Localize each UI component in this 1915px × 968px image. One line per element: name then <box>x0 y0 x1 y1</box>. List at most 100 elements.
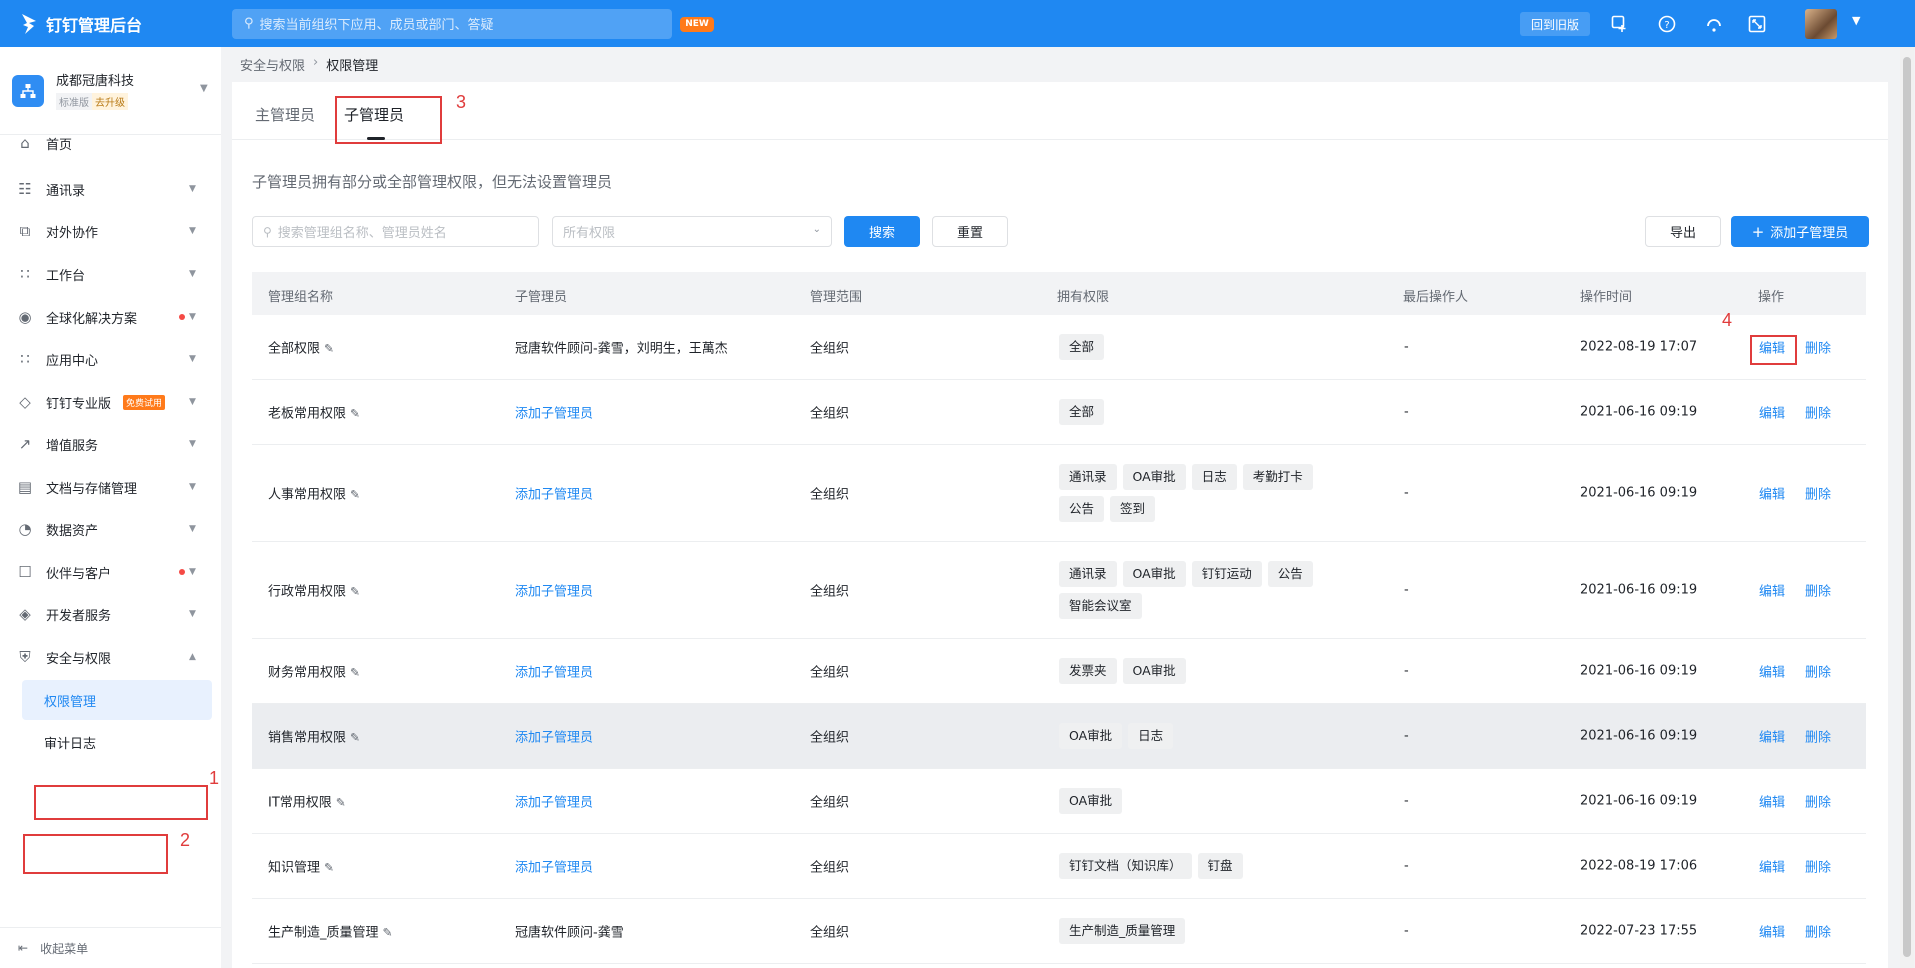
edit-link[interactable]: 编辑 <box>1759 662 1785 681</box>
group-name: IT常用权限 <box>268 795 332 811</box>
sidebar-item-security[interactable]: ⛨ 安全与权限 ▲ <box>0 637 221 677</box>
collapse-menu-button[interactable]: ⇤ 收起菜单 <box>0 927 221 968</box>
sidebar-item-home[interactable]: ⌂ 首页 <box>0 123 221 163</box>
pencil-icon[interactable]: ✎ <box>350 585 360 599</box>
home-icon: ⌂ <box>20 134 30 152</box>
sidebar-item-label: 数据资产 <box>46 523 99 539</box>
permission-tag: 通讯录 <box>1059 464 1117 490</box>
add-sub-admin-link[interactable]: 添加子管理员 <box>515 484 593 503</box>
edit-link[interactable]: 编辑 <box>1759 581 1785 600</box>
edit-link[interactable]: 编辑 <box>1759 727 1785 746</box>
permission-select[interactable]: 所有权限 ⌄ <box>552 216 832 247</box>
last-operator-cell: - <box>1404 339 1409 355</box>
pencil-icon[interactable]: ✎ <box>324 861 334 875</box>
export-button[interactable]: 导出 <box>1645 216 1721 247</box>
delete-link[interactable]: 删除 <box>1805 792 1831 811</box>
chevron-down-icon: ⌄ <box>812 224 821 235</box>
sidebar-item-partners[interactable]: ☐ 伙伴与客户 ▼ <box>0 552 221 592</box>
delete-link[interactable]: 删除 <box>1805 922 1831 941</box>
app-center-icon: ∷ <box>20 350 30 368</box>
sidebar-item-label: 伙伴与客户 <box>46 566 112 582</box>
notification-dot <box>179 314 185 320</box>
sidebar-item-label: 开发者服务 <box>46 608 112 624</box>
group-name: 人事常用权限 <box>268 487 347 503</box>
chevron-down-icon: ▼ <box>189 439 196 449</box>
add-sub-admin-link[interactable]: 添加子管理员 <box>515 581 593 600</box>
group-name-cell: 行政常用权限 ✎ <box>268 581 360 600</box>
admin-search-input[interactable]: ⚲ 搜索管理组名称、管理员姓名 <box>252 216 539 247</box>
edit-link[interactable]: 编辑 <box>1759 857 1785 876</box>
add-sub-admin-link[interactable]: 添加子管理员 <box>515 403 593 422</box>
reset-button[interactable]: 重置 <box>932 216 1008 247</box>
delete-link[interactable]: 删除 <box>1805 662 1831 681</box>
pencil-icon[interactable]: ✎ <box>350 488 360 502</box>
add-sub-admin-button[interactable]: + 添加子管理员 <box>1731 216 1869 247</box>
group-name-cell: 知识管理 ✎ <box>268 857 334 876</box>
chevron-right-icon: › <box>313 55 319 70</box>
sidebar-item-value-added[interactable]: ↗ 增值服务 ▼ <box>0 424 221 464</box>
annotation-box-3 <box>335 96 442 144</box>
permission-tag: 智能会议室 <box>1059 593 1142 619</box>
partner-icon: ☐ <box>18 563 32 581</box>
back-to-old-version-button[interactable]: 回到旧版 <box>1520 12 1590 36</box>
sidebar-item-workbench[interactable]: ∷ 工作台 ▼ <box>0 254 221 294</box>
chevron-up-icon: ▲ <box>189 652 196 662</box>
edit-link[interactable]: 编辑 <box>1759 403 1785 422</box>
permission-tag: 考勤打卡 <box>1242 464 1313 490</box>
sidebar-subitem-permission[interactable]: 权限管理 <box>22 680 212 720</box>
delete-link[interactable]: 删除 <box>1805 581 1831 600</box>
fullscreen-icon[interactable] <box>1745 12 1769 36</box>
sidebar-item-app-center[interactable]: ∷ 应用中心 ▼ <box>0 339 221 379</box>
sidebar-subitem-audit-log[interactable]: 审计日志 <box>22 722 212 762</box>
edit-link[interactable]: 编辑 <box>1759 484 1785 503</box>
pencil-icon[interactable]: ✎ <box>336 796 346 810</box>
edit-link[interactable]: 编辑 <box>1759 792 1785 811</box>
sidebar-item-data-assets[interactable]: ◔ 数据资产 ▼ <box>0 509 221 549</box>
sidebar-item-developer[interactable]: ◈ 开发者服务 ▼ <box>0 594 221 634</box>
delete-link[interactable]: 删除 <box>1805 727 1831 746</box>
add-sub-admin-link[interactable]: 添加子管理员 <box>515 662 593 681</box>
pencil-icon[interactable]: ✎ <box>350 407 360 421</box>
delete-link[interactable]: 删除 <box>1805 403 1831 422</box>
delete-link[interactable]: 删除 <box>1805 857 1831 876</box>
org-switcher[interactable]: 成都冠唐科技 标准版 去升级 ▼ <box>0 47 221 135</box>
help-icon[interactable]: ? <box>1655 12 1679 36</box>
column-header: 管理范围 <box>810 290 863 305</box>
org-upgrade-link[interactable]: 去升级 <box>92 93 128 110</box>
pencil-icon[interactable]: ✎ <box>350 731 360 745</box>
edit-link[interactable]: 编辑 <box>1759 922 1785 941</box>
search-button[interactable]: 搜索 <box>844 216 920 247</box>
pencil-icon[interactable]: ✎ <box>324 342 334 356</box>
global-search-input[interactable]: ⚲ 搜索当前组织下应用、成员或部门、答疑 NEW <box>232 8 714 39</box>
user-avatar[interactable] <box>1805 9 1837 39</box>
column-header: 操作时间 <box>1580 290 1633 305</box>
breadcrumb-parent[interactable]: 安全与权限 <box>240 55 305 74</box>
column-header: 拥有权限 <box>1057 290 1110 305</box>
pencil-icon[interactable]: ✎ <box>350 666 360 680</box>
table-row: 知识管理 ✎ 添加子管理员 全组织 钉钉文档（知识库） 钉盘 - 2022-08-19 17:… <box>252 834 1866 899</box>
scrollbar-thumb[interactable] <box>1903 57 1911 957</box>
tab-main-admin[interactable]: 主管理员 <box>255 104 315 125</box>
add-sub-admin-link[interactable]: 添加子管理员 <box>515 792 593 811</box>
delete-link[interactable]: 删除 <box>1805 484 1831 503</box>
delete-link[interactable]: 删除 <box>1805 338 1831 357</box>
sidebar-item-contacts[interactable]: ☷ 通讯录 ▼ <box>0 169 221 209</box>
sidebar-item-collaboration[interactable]: ⧉ 对外协作 ▼ <box>0 211 221 251</box>
chevron-down-icon: ▼ <box>189 397 196 407</box>
add-sub-admin-link[interactable]: 添加子管理员 <box>515 727 593 746</box>
page-scrollbar[interactable] <box>1900 47 1914 968</box>
app-logo[interactable]: 钉钉管理后台 <box>0 12 232 36</box>
chevron-down-icon[interactable]: ▼ <box>1852 14 1860 27</box>
sidebar-item-pro[interactable]: ◇ 钉钉专业版 免费试用 ▼ <box>0 382 221 422</box>
sidebar-item-globalization[interactable]: ◉ 全球化解决方案 ▼ <box>0 297 221 337</box>
permission-tags: 全部 <box>1059 334 1349 360</box>
customer-service-icon[interactable] <box>1702 12 1726 36</box>
add-sub-admin-link[interactable]: 添加子管理员 <box>515 857 593 876</box>
column-header: 管理组名称 <box>268 290 334 305</box>
pencil-icon[interactable]: ✎ <box>383 926 393 940</box>
operation-time-cell: 2021-06-16 09:19 <box>1580 793 1698 809</box>
shield-icon: ⛨ <box>19 648 31 666</box>
search-icon: ⚲ <box>244 16 254 31</box>
app-add-icon[interactable] <box>1608 12 1632 36</box>
sidebar-item-storage[interactable]: ▤ 文档与存储管理 ▼ <box>0 467 221 507</box>
